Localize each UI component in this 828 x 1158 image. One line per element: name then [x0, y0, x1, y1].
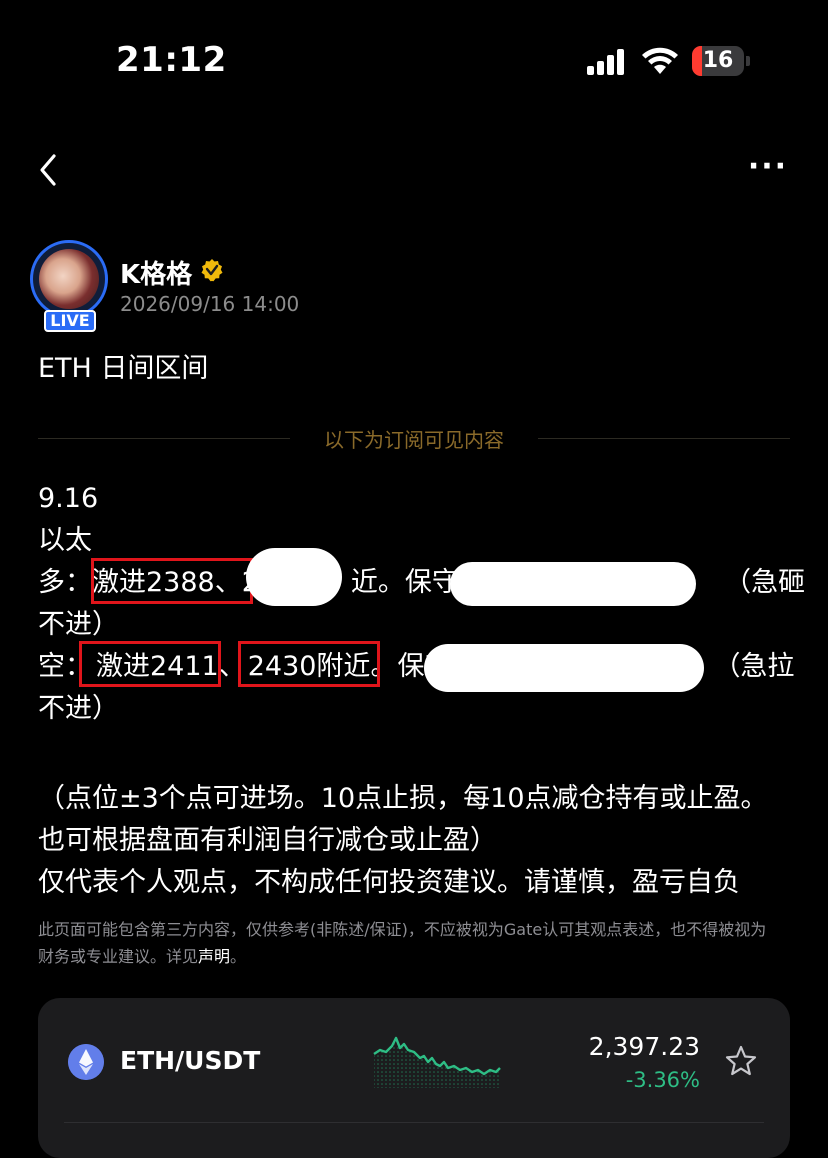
highlight-box-long: [91, 558, 253, 604]
post-title: ETH 日间区间: [38, 353, 209, 384]
disclaimer-link[interactable]: 声明: [198, 947, 230, 966]
disclaimer-end: 。: [230, 947, 247, 966]
note-line: 也可根据盘面有利润自行减仓或止盈）: [38, 825, 497, 856]
subscription-divider-label: 以下为订阅可见内容: [324, 428, 504, 452]
status-time: 21:12: [116, 40, 227, 80]
avatar-image: [39, 249, 99, 309]
wifi-icon: [642, 47, 678, 74]
card-divider: [64, 1122, 764, 1123]
disclaimer-text: 此页面可能包含第三方内容，仅供参考(非陈述/保证)，不应被视为Gate认可其观点…: [38, 920, 767, 966]
price-sparkline: [373, 1036, 501, 1088]
divider-left: [38, 438, 290, 439]
live-badge: LIVE: [44, 310, 96, 332]
verified-badge-icon: [201, 259, 223, 282]
short-wrap: 不进）: [38, 693, 119, 724]
long-suffix: （急砸: [724, 567, 806, 598]
highlight-box-short-aggressive: [79, 641, 221, 687]
post-timestamp: 2026/09/16 14:00: [120, 292, 300, 316]
battery-level: 16: [702, 48, 734, 73]
short-suffix: （急拉: [713, 651, 795, 682]
long-wrap: 不进）: [38, 609, 119, 640]
cellular-signal-icon: [587, 49, 624, 75]
post-date: 9.16: [38, 483, 99, 514]
note-line: 仅代表个人观点，不构成任何投资建议。请谨慎，盈亏自负: [38, 867, 740, 898]
more-options-button[interactable]: ···: [744, 152, 792, 188]
star-outline-icon[interactable]: [724, 1044, 758, 1078]
ethereum-icon: [68, 1044, 104, 1080]
highlight-box-short-level: [238, 641, 380, 687]
post-notes: （点位±3个点可进场。10点止损，每10点减仓持有或止盈。 也可根据盘面有利润自…: [38, 778, 798, 904]
ticker-pair: ETH/USDT: [120, 1046, 261, 1075]
disclaimer: 此页面可能包含第三方内容，仅供参考(非陈述/保证)，不应被视为Gate认可其观点…: [38, 916, 778, 970]
top-navigation: ···: [0, 140, 828, 200]
ticker-card[interactable]: ETH/USDT 2,397.23 -3.36%: [38, 998, 790, 1158]
ticker-price: 2,397.23: [588, 1032, 700, 1061]
avatar: [30, 240, 108, 318]
author-name[interactable]: K格格: [120, 254, 192, 291]
divider-right: [538, 438, 790, 439]
battery-body: 16: [692, 46, 744, 76]
battery-indicator: 16: [692, 46, 750, 76]
post-asset: 以太: [38, 525, 92, 556]
battery-cap: [746, 56, 750, 66]
ticker-change: -3.36%: [625, 1068, 700, 1092]
author-avatar[interactable]: LIVE: [30, 240, 112, 332]
long-prefix: 多：: [38, 567, 92, 598]
redaction-mask: [246, 548, 342, 606]
status-bar: 21:12 16: [0, 0, 828, 110]
note-line: （点位±3个点可进场。10点止损，每10点减仓持有或止盈。: [38, 783, 768, 814]
redaction-mask: [424, 644, 704, 692]
chevron-left-icon[interactable]: [34, 152, 64, 188]
redaction-mask: [450, 562, 696, 606]
